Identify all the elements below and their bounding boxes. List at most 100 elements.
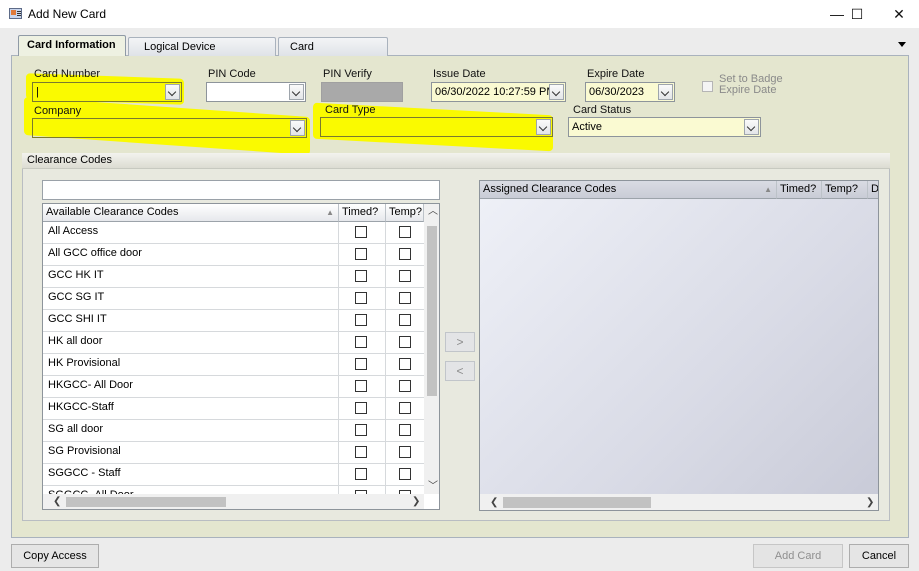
table-row[interactable]: SGGCC- All Door — [43, 486, 424, 494]
tab-logical-device-exceptions[interactable]: Logical Device Exceptions — [128, 37, 276, 71]
assigned-temp-header[interactable]: Temp? — [822, 181, 868, 199]
card-type-label: Card Type — [325, 104, 376, 116]
available-timed-header[interactable]: Timed? — [339, 204, 386, 222]
temp-checkbox[interactable] — [399, 380, 411, 392]
temp-checkbox[interactable] — [399, 424, 411, 436]
temp-checkbox[interactable] — [399, 292, 411, 304]
horizontal-scroll-thumb[interactable] — [66, 497, 226, 507]
table-row[interactable]: All Access — [43, 222, 424, 244]
clearance-codes-title: Clearance Codes — [22, 153, 890, 169]
chevron-down-icon[interactable] — [536, 119, 551, 135]
timed-checkbox[interactable] — [355, 358, 367, 370]
available-codes-header-label: Available Clearance Codes — [46, 206, 179, 218]
title-bar — [0, 0, 919, 28]
table-row[interactable]: GCC SHI IT — [43, 310, 424, 332]
scroll-down-icon[interactable]: ﹀ — [428, 482, 438, 492]
clearance-code-name: GCC SHI IT — [48, 313, 107, 325]
temp-checkbox[interactable] — [399, 270, 411, 282]
add-clearance-button[interactable]: > — [445, 332, 475, 352]
timed-checkbox[interactable] — [355, 314, 367, 326]
table-row[interactable]: HK all door — [43, 332, 424, 354]
cancel-button[interactable]: Cancel — [849, 544, 909, 568]
maximize-button[interactable]: ☐ — [837, 0, 877, 28]
chevron-down-icon[interactable] — [658, 84, 673, 100]
available-vertical-scrollbar[interactable]: ︿ ﹀ — [424, 204, 439, 494]
issue-date-label: Issue Date — [433, 68, 486, 80]
available-clearance-grid[interactable]: Available Clearance Codes ▲ Timed? Temp?… — [42, 203, 440, 510]
temp-checkbox[interactable] — [399, 468, 411, 480]
vertical-scroll-thumb[interactable] — [427, 226, 437, 396]
timed-checkbox[interactable] — [355, 336, 367, 348]
scroll-right-icon[interactable]: ❯ — [866, 498, 874, 508]
set-to-badge-checkbox[interactable] — [702, 81, 713, 92]
tab-card-information[interactable]: Card Information — [18, 35, 126, 56]
tab-card-configuration[interactable]: Card Configuration — [278, 37, 388, 71]
temp-checkbox[interactable] — [399, 336, 411, 348]
assigned-extra-header[interactable]: D — [868, 181, 878, 199]
scroll-right-icon[interactable]: ❯ — [412, 497, 420, 507]
timed-checkbox[interactable] — [355, 424, 367, 436]
temp-checkbox[interactable] — [399, 358, 411, 370]
timed-checkbox[interactable] — [355, 292, 367, 304]
available-rows: All Access All GCC office door GCC HK IT GC… — [43, 222, 424, 494]
scroll-up-icon[interactable]: ︿ — [428, 207, 438, 217]
horizontal-scroll-thumb[interactable] — [503, 497, 651, 508]
timed-checkbox[interactable] — [355, 380, 367, 392]
card-status-combo[interactable]: Active — [568, 117, 761, 137]
table-row[interactable]: HKGCC-Staff — [43, 398, 424, 420]
chevron-down-icon[interactable] — [290, 120, 305, 136]
temp-cell — [385, 464, 424, 485]
assigned-horizontal-scrollbar[interactable]: ❮ ❯ — [480, 494, 878, 510]
app-icon — [9, 8, 22, 19]
timed-checkbox[interactable] — [355, 446, 367, 458]
timed-cell — [338, 398, 385, 419]
available-horizontal-scrollbar[interactable]: ❮ ❯ — [43, 494, 424, 509]
table-row[interactable]: GCC SG IT — [43, 288, 424, 310]
assigned-timed-header[interactable]: Timed? — [777, 181, 822, 199]
chevron-down-icon[interactable] — [165, 84, 180, 100]
company-combo[interactable] — [32, 118, 307, 138]
temp-checkbox[interactable] — [399, 402, 411, 414]
scroll-left-icon[interactable]: ❮ — [53, 497, 61, 507]
pin-code-combo[interactable] — [206, 82, 306, 102]
scroll-left-icon[interactable]: ❮ — [490, 498, 498, 508]
temp-cell — [385, 222, 424, 243]
temp-checkbox[interactable] — [399, 314, 411, 326]
timed-checkbox[interactable] — [355, 270, 367, 282]
assigned-codes-header[interactable]: Assigned Clearance Codes ▲ — [480, 181, 777, 199]
table-row[interactable]: All GCC office door — [43, 244, 424, 266]
clearance-search-input[interactable] — [42, 180, 440, 200]
table-row[interactable]: SGGCC - Staff — [43, 464, 424, 486]
timed-checkbox[interactable] — [355, 226, 367, 238]
temp-checkbox[interactable] — [399, 226, 411, 238]
temp-checkbox[interactable] — [399, 248, 411, 260]
table-row[interactable]: SG all door — [43, 420, 424, 442]
card-status-value: Active — [572, 121, 602, 133]
chevron-down-icon[interactable] — [744, 119, 759, 135]
temp-cell — [385, 310, 424, 331]
remove-clearance-button[interactable]: < — [445, 361, 475, 381]
temp-cell — [385, 486, 424, 494]
copy-access-button[interactable]: Copy Access — [11, 544, 99, 568]
assigned-clearance-grid[interactable]: Assigned Clearance Codes ▲ Timed? Temp? … — [479, 180, 879, 511]
available-codes-header[interactable]: Available Clearance Codes ▲ — [43, 204, 339, 222]
chevron-down-icon[interactable] — [289, 84, 304, 100]
table-row[interactable]: HK Provisional — [43, 354, 424, 376]
card-number-combo[interactable]: | — [32, 82, 182, 102]
timed-checkbox[interactable] — [355, 468, 367, 480]
tab-overflow-arrow-icon[interactable] — [898, 42, 906, 47]
add-card-button[interactable]: Add Card — [753, 544, 843, 568]
close-button[interactable]: ✕ — [879, 0, 919, 28]
table-row[interactable]: GCC HK IT — [43, 266, 424, 288]
timed-checkbox[interactable] — [355, 402, 367, 414]
available-temp-header[interactable]: Temp? — [386, 204, 424, 222]
expire-date-picker[interactable]: 06/30/2023 — [585, 82, 675, 102]
timed-checkbox[interactable] — [355, 248, 367, 260]
table-row[interactable]: SG Provisional — [43, 442, 424, 464]
table-row[interactable]: HKGCC- All Door — [43, 376, 424, 398]
temp-checkbox[interactable] — [399, 446, 411, 458]
issue-date-picker[interactable]: 06/30/2022 10:27:59 PM — [431, 82, 566, 102]
timed-cell — [338, 464, 385, 485]
chevron-down-icon[interactable] — [549, 84, 564, 100]
card-type-combo[interactable] — [320, 117, 553, 137]
